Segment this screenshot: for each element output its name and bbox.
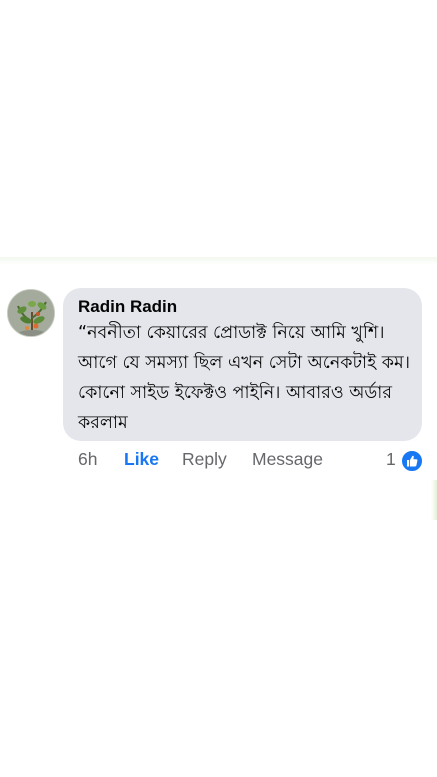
reply-button[interactable]: Reply: [182, 449, 227, 470]
comment-text: “নবনীতা কেয়ারের প্রোডাক্ট নিয়ে আমি খুশ…: [78, 323, 411, 433]
comment-timestamp[interactable]: 6h: [78, 449, 97, 470]
comment-author[interactable]: Radin Radin: [78, 297, 177, 317]
card-right-edge: [431, 480, 437, 520]
like-button[interactable]: Like: [124, 449, 159, 470]
comment-actions: 6h Like Reply Message 1: [78, 449, 424, 473]
avatar-plant-image: [8, 290, 54, 336]
thumbs-up-icon[interactable]: [400, 449, 424, 473]
page: Radin Radin “নবনীতা কেয়ারের প্রোডাক্ট ন…: [0, 0, 437, 777]
card-top-edge: [0, 257, 437, 265]
reaction-count[interactable]: 1: [386, 449, 396, 470]
message-button[interactable]: Message: [252, 449, 323, 470]
avatar[interactable]: [7, 289, 55, 337]
